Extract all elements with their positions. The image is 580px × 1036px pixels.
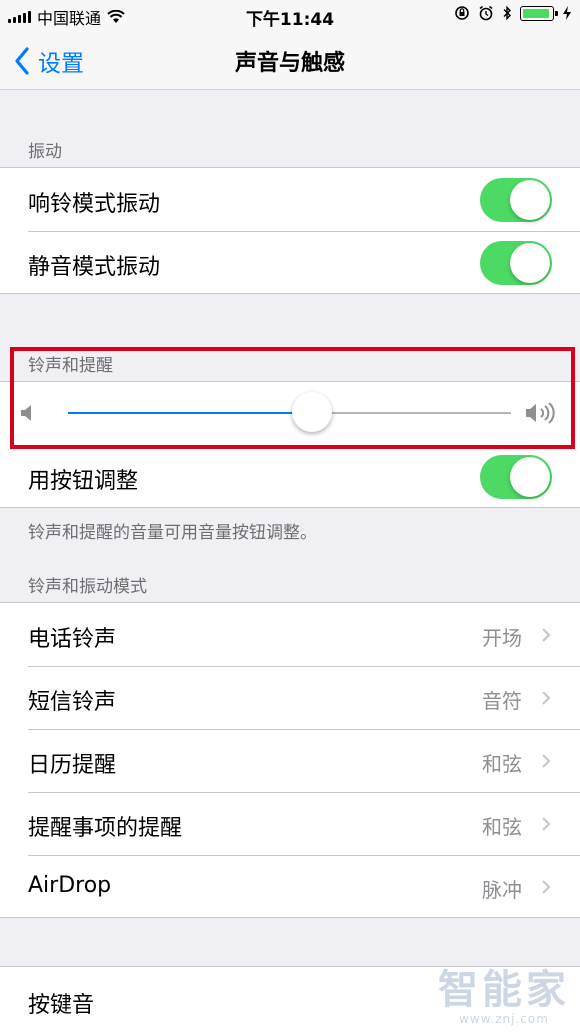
row-label: AirDrop bbox=[28, 873, 112, 898]
silent-vibrate-toggle[interactable] bbox=[480, 241, 552, 285]
battery-icon bbox=[520, 5, 558, 21]
watermark-logo: 智能家 www.znj.com bbox=[438, 968, 570, 1026]
chevron-right-icon bbox=[542, 754, 551, 768]
row-silent-vibrate: 静音模式振动 bbox=[0, 231, 580, 294]
charging-icon bbox=[563, 6, 571, 20]
patterns-group: 电话铃声 开场 短信铃声 音符 日历提醒 和弦 提醒事项的提醒 和弦 AirDr… bbox=[0, 602, 580, 918]
page-title: 声音与触感 bbox=[234, 51, 345, 76]
bluetooth-icon bbox=[503, 5, 511, 21]
ring-vibrate-toggle[interactable] bbox=[480, 178, 552, 222]
row-label: 提醒事项的提醒 bbox=[28, 816, 183, 841]
row-label: 日历提醒 bbox=[28, 753, 117, 778]
chevron-right-icon bbox=[542, 817, 551, 831]
row-airdrop[interactable]: AirDrop 脉冲 bbox=[0, 855, 580, 918]
status-right bbox=[454, 5, 572, 21]
row-label: 电话铃声 bbox=[28, 627, 117, 652]
row-ring-vibrate: 响铃模式振动 bbox=[0, 168, 580, 231]
ringer-footer-note: 铃声和提醒的音量可用音量按钮调整。 bbox=[28, 523, 317, 543]
row-value: 音符 bbox=[482, 689, 522, 713]
chevron-right-icon bbox=[542, 628, 551, 642]
row-change-with-buttons: 用按钮调整 bbox=[0, 445, 580, 508]
row-text-tone[interactable]: 短信铃声 音符 bbox=[0, 666, 580, 729]
watermark-text: 智能家 bbox=[438, 967, 570, 1013]
row-value: 和弦 bbox=[482, 752, 522, 776]
row-calendar-alerts[interactable]: 日历提醒 和弦 bbox=[0, 729, 580, 792]
section-header-patterns: 铃声和振动模式 bbox=[28, 577, 147, 597]
chevron-right-icon bbox=[542, 691, 551, 705]
row-label: 按键音 bbox=[28, 993, 95, 1018]
row-label: 用按钮调整 bbox=[28, 469, 139, 494]
chevron-right-icon bbox=[542, 880, 551, 894]
row-label: 响铃模式振动 bbox=[28, 192, 161, 217]
alarm-icon bbox=[479, 5, 493, 21]
row-ringtone[interactable]: 电话铃声 开场 bbox=[0, 603, 580, 666]
highlight-box bbox=[10, 347, 575, 449]
row-label: 静音模式振动 bbox=[28, 255, 161, 280]
nav-bar: 设置 声音与触感 bbox=[0, 30, 580, 90]
rotation-lock-icon bbox=[455, 6, 469, 20]
section-header-vibration: 振动 bbox=[28, 142, 62, 162]
row-reminder-alerts[interactable]: 提醒事项的提醒 和弦 bbox=[0, 792, 580, 855]
row-value: 开场 bbox=[482, 626, 522, 650]
row-value: 和弦 bbox=[482, 815, 522, 839]
row-label: 短信铃声 bbox=[28, 690, 117, 715]
row-value: 脉冲 bbox=[482, 878, 522, 902]
watermark-url: www.znj.com bbox=[459, 1012, 549, 1026]
change-with-buttons-toggle[interactable] bbox=[480, 455, 552, 499]
vibration-group: 响铃模式振动 静音模式振动 bbox=[0, 167, 580, 294]
status-bar: 中国联通 下午11:44 bbox=[0, 0, 580, 30]
